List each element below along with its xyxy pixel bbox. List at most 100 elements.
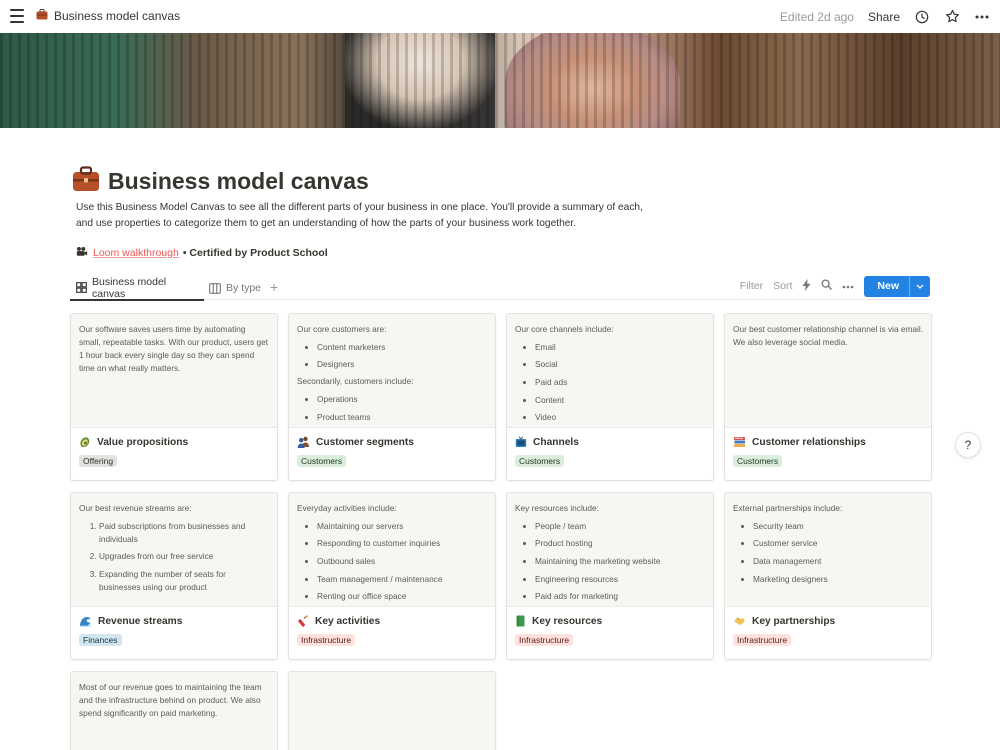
gallery-card[interactable]: Our core customers are: Content marketers… xyxy=(288,313,496,481)
card-body: Key resources Infrastructure xyxy=(507,607,713,659)
card-body: Channels Customers xyxy=(507,428,713,480)
card-title: Channels xyxy=(515,436,705,448)
gallery-card[interactable]: Most of our revenue goes to maintaining … xyxy=(70,671,278,750)
list-item: Content xyxy=(535,394,705,407)
list-item: Email xyxy=(535,341,705,354)
new-button-label: New xyxy=(877,280,899,292)
list-item: Operations xyxy=(317,393,487,406)
new-button[interactable]: New xyxy=(864,275,930,297)
wave-icon xyxy=(79,615,92,627)
bulleted-list: Maintaining our servers Responding to cus… xyxy=(297,520,487,604)
list-item: Designers xyxy=(317,358,487,371)
star-icon[interactable] xyxy=(944,9,960,25)
tab-label: By type xyxy=(226,282,262,294)
type-tag: Offering xyxy=(79,455,118,467)
card-preview: Most of our revenue goes to maintaining … xyxy=(71,672,277,750)
edited-timestamp: Edited 2d ago xyxy=(779,9,854,24)
card-body: Customer relationships Customers xyxy=(725,428,931,480)
help-button[interactable]: ? xyxy=(955,432,981,458)
bulleted-list: Security team Customer service Data manage… xyxy=(733,520,923,586)
chevron-down-icon[interactable] xyxy=(909,275,930,297)
bulleted-list: Email Social Paid ads Content Video xyxy=(515,341,705,425)
certified-label: • Certified by Product School xyxy=(182,247,328,259)
gallery-card[interactable]: Everyday activities include: Maintaining … xyxy=(288,492,496,660)
page-title[interactable]: Business model canvas xyxy=(108,168,369,195)
bulleted-list: Operations Product teams xyxy=(297,393,487,424)
preview-text: Most of our revenue goes to maintaining … xyxy=(79,682,262,718)
page-description[interactable]: Use this Business Model Canvas to see al… xyxy=(76,200,656,232)
gallery-card[interactable]: Our best revenue streams are: Paid subscr… xyxy=(70,492,278,660)
topbar: Business model canvas Edited 2d ago Shar… xyxy=(0,0,1000,33)
tv-icon xyxy=(515,436,527,448)
gallery-card[interactable]: Our core channels include: Email Social Pai… xyxy=(506,313,714,481)
list-item: Engineering resources xyxy=(535,573,705,586)
list-item: Social xyxy=(535,358,705,371)
book-icon xyxy=(515,615,526,627)
board-icon xyxy=(209,282,221,294)
card-preview: External partnerships include: Security t… xyxy=(725,493,931,607)
bulleted-list: People / team Product hosting Maintaining … xyxy=(515,520,705,604)
add-view-plus-icon[interactable]: + xyxy=(270,279,278,295)
list-item: Content marketers xyxy=(317,341,487,354)
briefcase-icon[interactable] xyxy=(72,166,100,197)
preview-text: Our best customer relationship channel i… xyxy=(733,324,923,347)
tab-business-model-canvas[interactable]: Business model canvas xyxy=(70,276,204,301)
view-tabs: Business model canvas By type + Filter S… xyxy=(70,275,930,301)
card-title: Customer relationships xyxy=(733,436,923,448)
search-icon[interactable] xyxy=(821,279,833,293)
card-body: Value propositions Offering xyxy=(71,428,277,480)
card-preview: Key resources include: People / team Produ… xyxy=(507,493,713,607)
clock-icon[interactable] xyxy=(914,9,930,25)
gallery-card[interactable]: Our software saves users time by automat… xyxy=(70,313,278,481)
sort-button[interactable]: Sort xyxy=(773,280,792,292)
list-item: Paid subscriptions from businesses and i… xyxy=(99,520,269,546)
avocado-icon xyxy=(79,436,91,448)
list-item: Data management xyxy=(753,555,923,568)
list-item: Outbound sales xyxy=(317,555,487,568)
type-tag: Customers xyxy=(515,455,565,467)
list-item: Maintaining our servers xyxy=(317,520,487,533)
card-body: Customer segments Customers xyxy=(289,428,495,480)
card-preview: Our best customer relationship channel i… xyxy=(725,314,931,428)
list-item: Paid ads xyxy=(535,376,705,389)
share-button[interactable]: Share xyxy=(868,10,900,24)
preview-text: Everyday activities include: xyxy=(297,503,397,513)
type-tag: Customers xyxy=(733,455,783,467)
tab-label: Business model canvas xyxy=(92,275,167,300)
gallery-card[interactable]: Our best customer relationship channel i… xyxy=(724,313,932,481)
preview-text: External partnerships include: xyxy=(733,503,843,513)
loom-walkthrough-link[interactable]: Loom walkthrough xyxy=(93,247,179,259)
card-preview: Our core channels include: Email Social Pai… xyxy=(507,314,713,428)
firecracker-icon xyxy=(297,615,309,627)
list-item: Video xyxy=(535,411,705,424)
card-title: Revenue streams xyxy=(79,615,269,627)
bulleted-list: Content marketers Designers xyxy=(297,341,487,372)
tab-by-type[interactable]: By type xyxy=(209,276,261,300)
card-title: Customer segments xyxy=(297,436,487,448)
filter-button[interactable]: Filter xyxy=(740,280,763,292)
breadcrumb[interactable]: Business model canvas xyxy=(36,9,180,23)
gallery-card[interactable]: External partnerships include: Security t… xyxy=(724,492,932,660)
card-preview: Our software saves users time by automat… xyxy=(71,314,277,428)
more-icon[interactable] xyxy=(974,9,990,25)
gallery-card[interactable] xyxy=(288,671,496,750)
card-title-text: Value propositions xyxy=(97,436,189,448)
card-preview xyxy=(289,672,495,750)
briefcase-icon xyxy=(36,9,48,23)
more-options-icon[interactable] xyxy=(842,280,854,292)
menu-icon[interactable] xyxy=(10,9,24,23)
cover-image[interactable] xyxy=(0,33,1000,128)
card-title-text: Key resources xyxy=(532,615,603,627)
list-item: Customer service xyxy=(753,537,923,550)
type-tag: Finances xyxy=(79,634,122,646)
card-preview: Our best revenue streams are: Paid subscr… xyxy=(71,493,277,607)
type-tag: Infrastructure xyxy=(515,634,574,646)
card-title: Key partnerships xyxy=(733,615,923,627)
list-item: Responding to customer inquiries xyxy=(317,537,487,550)
card-title-text: Channels xyxy=(533,436,579,448)
type-tag: Infrastructure xyxy=(733,634,792,646)
gallery-card[interactable]: Key resources include: People / team Produ… xyxy=(506,492,714,660)
type-tag: Customers xyxy=(297,455,347,467)
people-icon xyxy=(297,436,310,448)
automation-lightning-icon[interactable] xyxy=(802,278,811,294)
